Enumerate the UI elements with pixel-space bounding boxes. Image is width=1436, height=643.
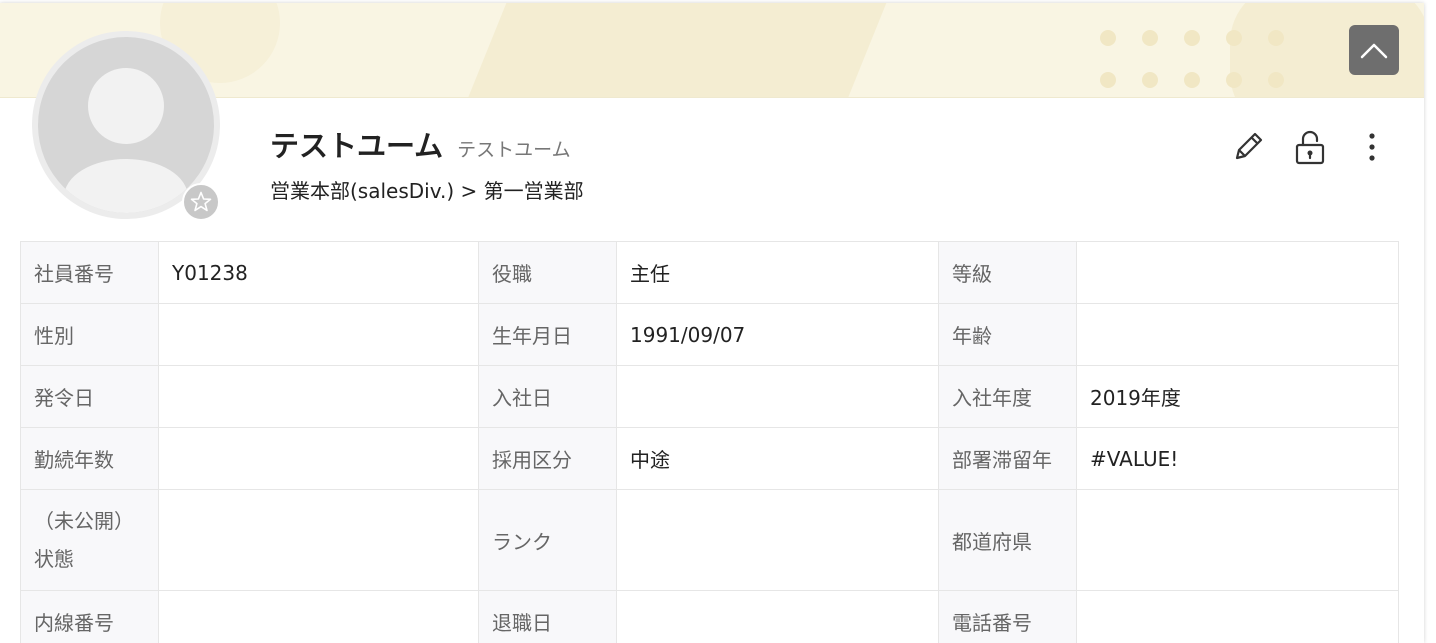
field-value xyxy=(1077,490,1399,591)
field-label: （未公開）状態 xyxy=(21,490,159,591)
profile-name-row: テストユーム テストユーム xyxy=(270,123,571,165)
field-value xyxy=(159,304,479,366)
field-label: 電話番号 xyxy=(939,591,1077,643)
department-path: 営業本部(salesDiv.) > 第一営業部 xyxy=(270,175,584,204)
field-label: 勤続年数 xyxy=(21,428,159,490)
lock-button[interactable] xyxy=(1288,127,1332,167)
field-label: 部署滞留年 xyxy=(939,428,1077,490)
field-value xyxy=(617,591,939,643)
field-label: 採用区分 xyxy=(479,428,617,490)
field-value xyxy=(1077,304,1399,366)
field-value: 中途 xyxy=(617,428,939,490)
field-label: 等級 xyxy=(939,242,1077,304)
field-label: 発令日 xyxy=(21,366,159,428)
field-value: 2019年度 xyxy=(1077,366,1399,428)
employee-info-table: 社員番号 Y01238 役職 主任 等級 性別 生年月日 1991/09/07 … xyxy=(20,241,1399,643)
employee-profile-card: テストユーム テストユーム 営業本部(salesDiv.) > 第一営業部 xyxy=(0,3,1424,643)
more-vertical-icon xyxy=(1367,132,1377,162)
field-label: 都道府県 xyxy=(939,490,1077,591)
profile-actions xyxy=(1226,127,1394,167)
favorite-button[interactable] xyxy=(182,183,220,221)
field-value xyxy=(159,591,479,643)
field-label: 年齢 xyxy=(939,304,1077,366)
banner-decoration xyxy=(430,3,891,98)
field-value xyxy=(617,490,939,591)
field-value xyxy=(159,428,479,490)
field-value xyxy=(159,490,479,591)
employee-name: テストユーム xyxy=(270,123,443,165)
field-label: 内線番号 xyxy=(21,591,159,643)
field-value xyxy=(1077,242,1399,304)
field-label: 性別 xyxy=(21,304,159,366)
table-row: 社員番号 Y01238 役職 主任 等級 xyxy=(21,242,1399,304)
field-label: 入社年度 xyxy=(939,366,1077,428)
pencil-icon xyxy=(1231,130,1265,164)
field-value: 主任 xyxy=(617,242,939,304)
field-label: 社員番号 xyxy=(21,242,159,304)
table-row: 内線番号 退職日 電話番号 xyxy=(21,591,1399,643)
scroll-top-button[interactable] xyxy=(1349,25,1399,75)
chevron-up-icon xyxy=(1359,40,1389,60)
banner-dots xyxy=(1100,30,1284,88)
field-label: 退職日 xyxy=(479,591,617,643)
employee-name-kana: テストユーム xyxy=(457,135,570,162)
table-row: 発令日 入社日 入社年度 2019年度 xyxy=(21,366,1399,428)
field-value xyxy=(1077,591,1399,643)
field-value: 1991/09/07 xyxy=(617,304,939,366)
field-value: Y01238 xyxy=(159,242,479,304)
field-value xyxy=(617,366,939,428)
star-outline-icon xyxy=(189,190,213,214)
field-label: 生年月日 xyxy=(479,304,617,366)
field-label: 入社日 xyxy=(479,366,617,428)
table-row: 性別 生年月日 1991/09/07 年齢 xyxy=(21,304,1399,366)
table-row: 勤続年数 採用区分 中途 部署滞留年 #VALUE! xyxy=(21,428,1399,490)
field-label: ランク xyxy=(479,490,617,591)
field-value xyxy=(159,366,479,428)
profile-banner xyxy=(0,3,1424,98)
table-row: （未公開）状態 ランク 都道府県 xyxy=(21,490,1399,591)
field-value: #VALUE! xyxy=(1077,428,1399,490)
more-button[interactable] xyxy=(1350,127,1394,167)
lock-icon xyxy=(1293,129,1327,165)
field-label: 役職 xyxy=(479,242,617,304)
user-silhouette-icon xyxy=(38,37,214,213)
edit-button[interactable] xyxy=(1226,127,1270,167)
